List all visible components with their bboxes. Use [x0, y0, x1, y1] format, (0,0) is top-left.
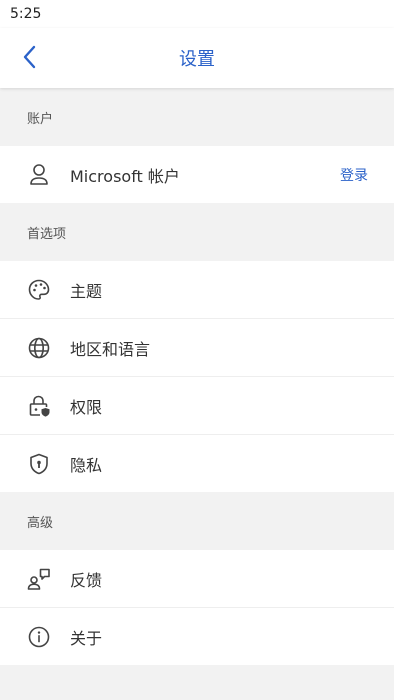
about-label: 关于: [70, 628, 103, 648]
section-heading-account: 账户: [27, 111, 54, 127]
advanced-list: 反馈 关于: [0, 550, 394, 665]
preferences-list: 主题 地区和语言 权限 隐私: [0, 261, 394, 492]
section-heading-preferences: 首选项: [27, 226, 67, 242]
globe-icon: [27, 336, 51, 360]
theme-label: 主题: [70, 281, 103, 301]
chevron-left-icon: [23, 45, 36, 69]
account-list: Microsoft 帐户 登录: [0, 146, 394, 203]
region-language-item[interactable]: 地区和语言: [0, 319, 394, 377]
privacy-label: 隐私: [70, 455, 103, 475]
section-heading-advanced: 高级: [27, 515, 54, 531]
back-button[interactable]: [18, 42, 42, 72]
permissions-item[interactable]: 权限: [0, 377, 394, 435]
microsoft-account-label: Microsoft 帐户: [70, 166, 180, 186]
shield-icon: [27, 452, 51, 476]
feedback-item[interactable]: 反馈: [0, 550, 394, 608]
status-time: 5:25: [10, 6, 42, 22]
sign-in-link[interactable]: 登录: [340, 165, 368, 185]
status-bar: 5:25: [0, 0, 394, 28]
feedback-label: 反馈: [70, 570, 103, 590]
permissions-label: 权限: [70, 397, 103, 417]
app-header: 设置: [0, 28, 394, 88]
about-item[interactable]: 关于: [0, 608, 394, 665]
privacy-item[interactable]: 隐私: [0, 435, 394, 492]
feedback-icon: [27, 567, 51, 591]
lock-shield-icon: [27, 394, 51, 418]
microsoft-account-item[interactable]: Microsoft 帐户 登录: [0, 146, 394, 203]
theme-item[interactable]: 主题: [0, 261, 394, 319]
info-icon: [27, 625, 51, 649]
region-language-label: 地区和语言: [70, 339, 151, 359]
person-icon: [27, 163, 51, 187]
palette-icon: [27, 278, 51, 302]
page-title: 设置: [179, 49, 215, 70]
